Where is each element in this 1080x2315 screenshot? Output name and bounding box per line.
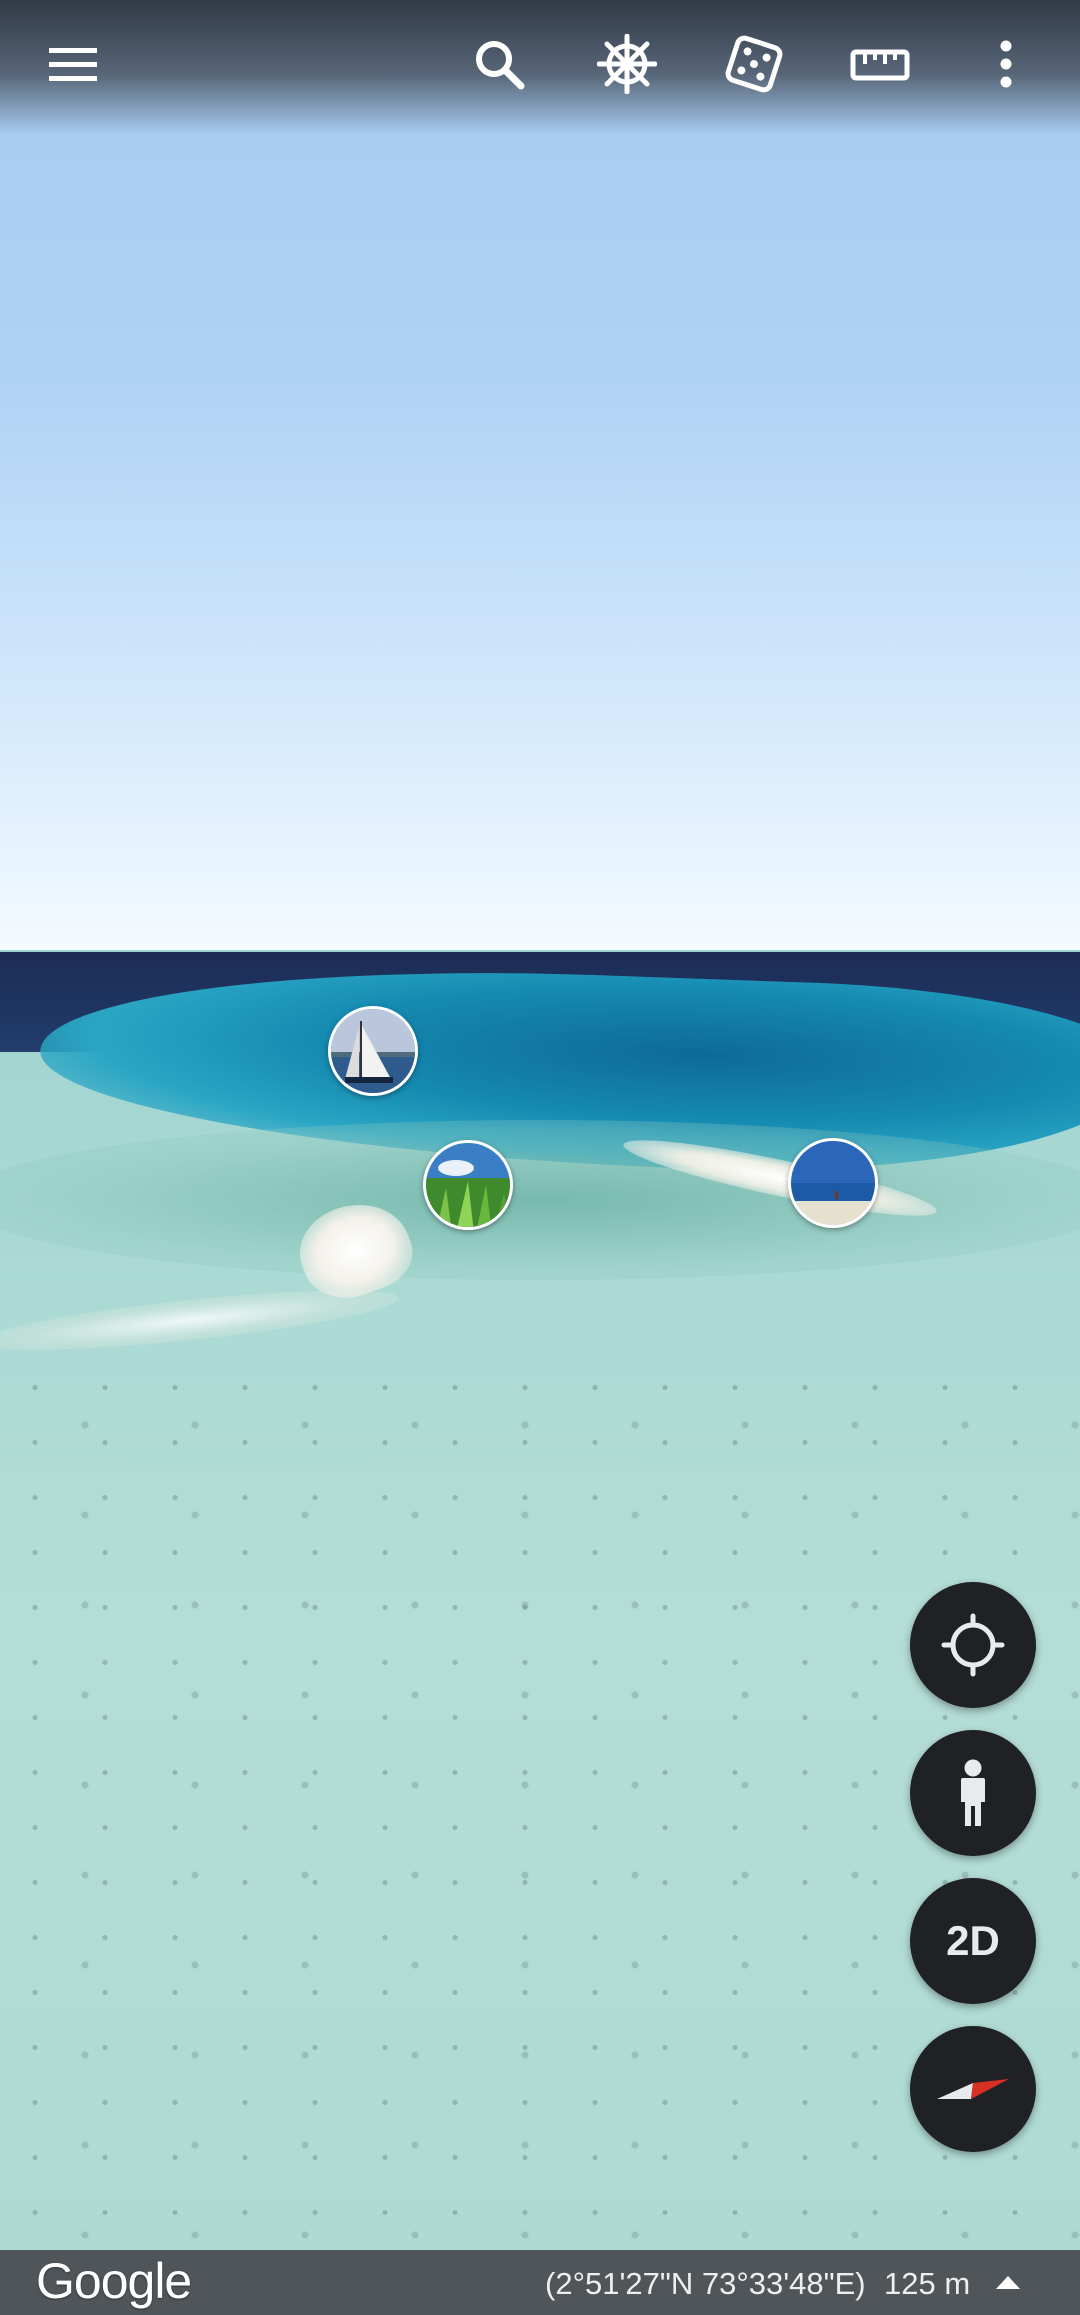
measure-button[interactable] [840, 24, 920, 104]
compass-icon [937, 2079, 1009, 2099]
feeling-lucky-button[interactable] [714, 24, 794, 104]
top-toolbar [0, 0, 1080, 135]
triangle-up-icon [996, 2276, 1020, 2289]
photo-marker-vegetation[interactable] [423, 1140, 513, 1230]
view-mode-label: 2D [946, 1917, 1000, 1964]
compass-button[interactable] [910, 2026, 1036, 2152]
my-location-button[interactable] [910, 1582, 1036, 1708]
search-icon [476, 41, 525, 90]
menu-icon [49, 48, 97, 81]
voyager-button[interactable] [587, 24, 667, 104]
expand-info-button[interactable] [986, 2262, 1030, 2302]
view-mode-button[interactable]: 2D [910, 1878, 1036, 2004]
sky [0, 0, 1080, 955]
street-view-button[interactable] [910, 1730, 1036, 1856]
coordinates-readout: (2°51'27"N 73°33'48"E) [545, 2266, 866, 2301]
more-vertical-icon [1000, 40, 1012, 88]
ruler-icon [850, 49, 910, 81]
voyager-icon [597, 34, 657, 94]
dice-icon [725, 35, 783, 93]
photo-marker-sailboat[interactable] [328, 1006, 418, 1096]
more-options-button[interactable] [966, 24, 1046, 104]
search-button[interactable] [459, 24, 539, 104]
google-logo: Google [36, 2253, 192, 2309]
scale-readout: 125 m [884, 2266, 971, 2301]
pegman-icon [961, 1759, 985, 1826]
menu-button[interactable] [33, 24, 113, 104]
crosshair-icon [941, 1613, 1005, 1677]
photo-marker-beach[interactable] [788, 1138, 878, 1228]
